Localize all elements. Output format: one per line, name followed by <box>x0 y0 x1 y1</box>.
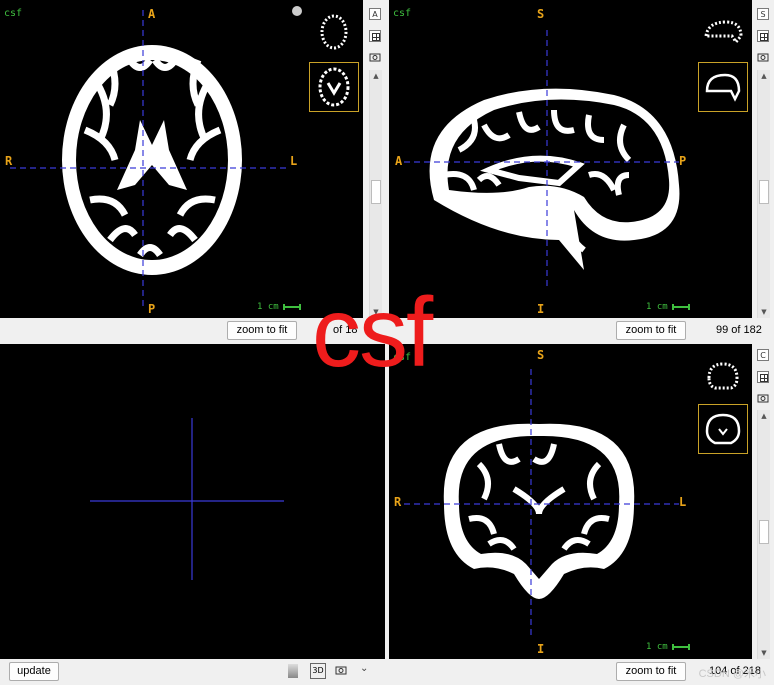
axial-view[interactable]: csf A P R L 1 cm <box>0 0 363 318</box>
sagittal-scale-label: 1 cm <box>646 302 668 312</box>
scroll-down-icon[interactable]: ▼ <box>758 647 770 659</box>
scroll-up-icon[interactable]: ▲ <box>370 70 382 82</box>
axial-slice-image <box>10 10 290 308</box>
csf-overlay-text: csf <box>312 277 433 387</box>
coronal-view[interactable]: csf S I R L 1 cm <box>389 344 752 659</box>
sagittal-label-left: A <box>395 154 403 168</box>
sagittal-orientation-button[interactable]: S <box>757 8 769 20</box>
axial-thumbnail-2[interactable] <box>309 62 359 112</box>
sagittal-zoom-to-fit-button[interactable]: zoom to fit <box>616 321 686 340</box>
sagittal-label-right: P <box>679 154 687 168</box>
coronal-label-left: R <box>394 495 402 509</box>
scale-bar-icon <box>282 304 301 310</box>
camera-icon[interactable] <box>757 52 769 62</box>
3d-crosshair <box>90 418 284 580</box>
render-3d-footer: update 3D ⌄ <box>0 659 387 685</box>
axial-sidebar: A ▲ ▼ <box>363 0 387 318</box>
layout-grid-icon[interactable] <box>369 30 381 42</box>
sagittal-scale-bar: 1 cm <box>646 302 690 312</box>
sagittal-label-top: S <box>537 7 545 21</box>
axial-zoom-to-fit-button[interactable]: zoom to fit <box>227 321 297 340</box>
layout-grid-icon[interactable] <box>757 371 769 383</box>
resolution-icon[interactable] <box>288 664 298 678</box>
coronal-slice-image <box>404 369 679 636</box>
coronal-label-top: S <box>537 348 545 362</box>
axial-thumbnail-image <box>320 14 348 50</box>
axial-orientation-button[interactable]: A <box>369 8 381 20</box>
axial-scale-label: 1 cm <box>257 302 279 312</box>
sagittal-slice-image <box>404 30 680 290</box>
coronal-thumbnail-1[interactable] <box>701 356 745 396</box>
scroll-up-icon[interactable]: ▲ <box>758 410 770 422</box>
axial-label-left: R <box>5 154 13 168</box>
collapse-icon[interactable] <box>292 6 302 16</box>
axial-view-name: csf <box>4 8 23 19</box>
sagittal-slice-count: 99 of 182 <box>716 324 762 336</box>
coronal-sidebar: C ▲ ▼ <box>752 344 774 659</box>
scroll-down-icon[interactable]: ▼ <box>758 306 770 318</box>
axial-scale-bar: 1 cm <box>257 302 301 312</box>
coronal-label-right: L <box>679 495 687 509</box>
scale-bar-icon <box>671 644 690 650</box>
coronal-zoom-to-fit-button[interactable]: zoom to fit <box>616 662 686 681</box>
coronal-scrollbar[interactable]: ▲ ▼ <box>757 410 770 659</box>
sagittal-sidebar: S ▲ ▼ <box>752 0 774 318</box>
axial-scroll-thumb[interactable] <box>371 180 381 204</box>
sagittal-thumbnail-1[interactable] <box>701 14 745 54</box>
coronal-orientation-button[interactable]: C <box>757 349 769 361</box>
axial-thumbnail-image <box>318 67 350 107</box>
coronal-label-bottom: I <box>537 642 545 656</box>
sagittal-view[interactable]: csf S I A P 1 cm <box>389 0 752 318</box>
coronal-scale-bar: 1 cm <box>646 642 690 652</box>
layout-grid-icon[interactable] <box>757 30 769 42</box>
render-3d-view[interactable] <box>0 344 385 659</box>
axial-label-right: L <box>290 154 298 168</box>
sagittal-footer: zoom to fit 99 of 182 <box>389 318 774 342</box>
credit-watermark: CSDN @禾小 <box>698 668 766 680</box>
chevron-down-icon[interactable]: ⌄ <box>360 663 368 674</box>
camera-icon[interactable] <box>757 393 769 403</box>
coronal-thumbnail-2[interactable] <box>698 404 748 454</box>
sagittal-scroll-thumb[interactable] <box>759 180 769 204</box>
scroll-up-icon[interactable]: ▲ <box>758 70 770 82</box>
camera-icon[interactable] <box>335 665 347 675</box>
coronal-scroll-thumb[interactable] <box>759 520 769 544</box>
sagittal-thumbnail-image <box>705 73 741 102</box>
sagittal-thumbnail-2[interactable] <box>698 62 748 112</box>
axial-thumbnail-1[interactable] <box>312 10 356 54</box>
update-button[interactable]: update <box>9 662 59 681</box>
scale-bar-icon <box>671 304 690 310</box>
sagittal-thumbnail-image <box>704 20 743 45</box>
camera-icon[interactable] <box>369 52 381 62</box>
sagittal-label-bottom: I <box>537 302 545 316</box>
coronal-thumbnail-image <box>707 362 739 390</box>
sagittal-scrollbar[interactable]: ▲ ▼ <box>757 70 770 318</box>
axial-label-top: A <box>148 7 156 21</box>
axial-label-bottom: P <box>148 302 156 316</box>
render-3d-button[interactable]: 3D <box>310 663 326 679</box>
coronal-scale-label: 1 cm <box>646 642 668 652</box>
coronal-thumbnail-image <box>705 413 741 445</box>
sagittal-view-name: csf <box>393 8 412 19</box>
